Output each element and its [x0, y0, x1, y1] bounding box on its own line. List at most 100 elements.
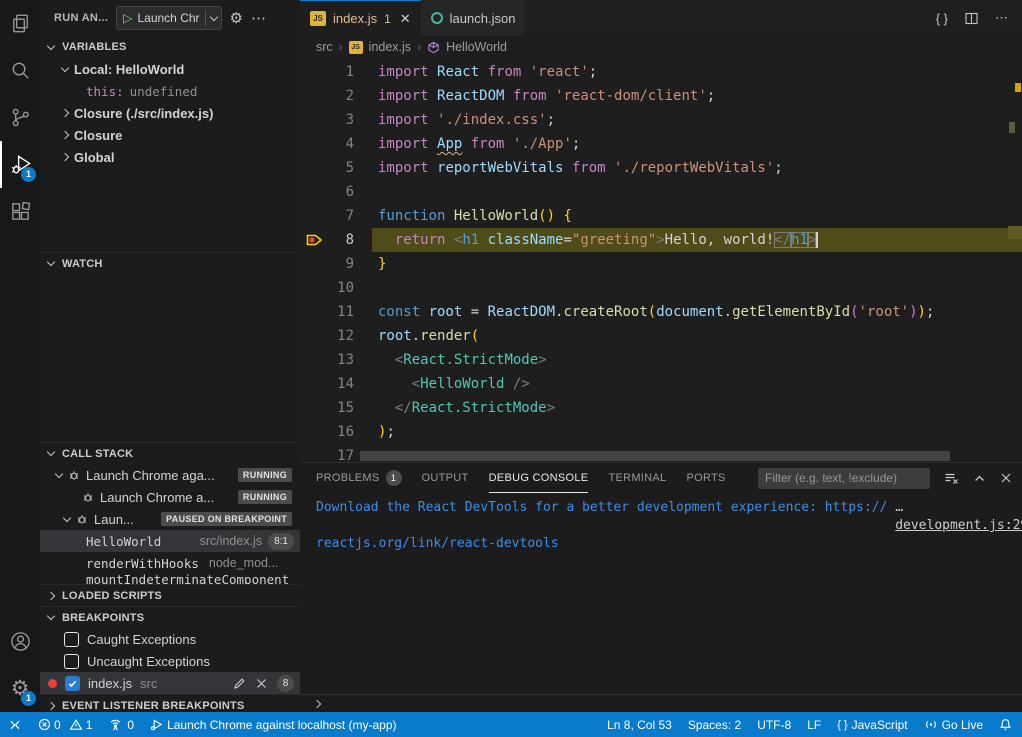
- debug-session-row[interactable]: Laun... PAUSED ON BREAKPOINT: [40, 508, 300, 530]
- breakpoint-indexjs-row[interactable]: index.js src 8: [40, 672, 300, 694]
- language-mode[interactable]: { }JavaScript: [837, 718, 907, 732]
- code-line-1[interactable]: 1import React from 'react';: [300, 60, 1022, 84]
- checkbox-unchecked[interactable]: [64, 632, 79, 647]
- breakpoint-uncaught-exceptions[interactable]: Uncaught Exceptions: [40, 650, 300, 672]
- debug-more-actions-icon[interactable]: ⋯: [251, 9, 267, 27]
- edit-pencil-icon[interactable]: [233, 677, 246, 690]
- debug-gear-icon[interactable]: ⚙: [230, 9, 243, 27]
- code-line-16[interactable]: 16);: [300, 420, 1022, 444]
- code-line-10[interactable]: 10: [300, 276, 1022, 300]
- console-filter-input[interactable]: [758, 468, 930, 489]
- debug-current-line-breakpoint-icon[interactable]: [300, 228, 328, 252]
- debug-launch-status[interactable]: Launch Chrome against localhost (my-app): [150, 718, 396, 732]
- accounts-icon[interactable]: [0, 618, 40, 665]
- start-debugging-icon[interactable]: ▷: [123, 12, 132, 24]
- gutter-space[interactable]: [300, 444, 328, 462]
- gutter-space[interactable]: [300, 372, 328, 396]
- breadcrumb-file[interactable]: index.js: [369, 40, 411, 54]
- notifications-bell-icon[interactable]: [999, 718, 1012, 731]
- curly-braces-icon[interactable]: { }: [936, 11, 948, 26]
- tab-debug-console[interactable]: DEBUG CONSOLE: [489, 463, 589, 493]
- code-line-14[interactable]: 14 <HelloWorld />: [300, 372, 1022, 396]
- tab-indexjs[interactable]: JS index.js 1 ✕: [300, 0, 421, 36]
- gutter-space[interactable]: [300, 276, 328, 300]
- run-and-debug-icon[interactable]: 1: [0, 141, 40, 188]
- watch-section-header[interactable]: WATCH: [40, 252, 300, 274]
- cursor-position[interactable]: Ln 8, Col 53: [607, 718, 672, 732]
- gutter-space[interactable]: [300, 396, 328, 420]
- debug-session-row[interactable]: Launch Chrome a... RUNNING: [40, 486, 300, 508]
- code-line-13[interactable]: 13 <React.StrictMode>: [300, 348, 1022, 372]
- variables-section-header[interactable]: VARIABLES: [40, 36, 300, 58]
- debug-console-input[interactable]: [300, 694, 1022, 712]
- chevron-down-icon[interactable]: [209, 12, 217, 20]
- split-editor-icon[interactable]: [964, 11, 979, 26]
- loaded-scripts-section-header[interactable]: LOADED SCRIPTS: [40, 584, 300, 606]
- gutter-space[interactable]: [300, 60, 328, 84]
- explorer-icon[interactable]: [0, 0, 40, 47]
- extensions-icon[interactable]: [0, 188, 40, 235]
- gutter-space[interactable]: [300, 108, 328, 132]
- close-panel-icon[interactable]: [1000, 472, 1012, 484]
- variables-scope-global[interactable]: Global: [40, 146, 300, 168]
- clear-console-icon[interactable]: [944, 471, 959, 485]
- variable-this[interactable]: this: undefined: [40, 80, 300, 102]
- close-tab-icon[interactable]: ✕: [400, 11, 411, 27]
- stack-frame-row-selected[interactable]: HelloWorld src/index.js 8:1: [40, 530, 300, 552]
- breakpoints-section-header[interactable]: BREAKPOINTS: [40, 606, 300, 628]
- code-line-5[interactable]: 5import reportWebVitals from './reportWe…: [300, 156, 1022, 180]
- gutter-space[interactable]: [300, 348, 328, 372]
- horizontal-scrollbar[interactable]: [360, 451, 950, 461]
- variables-scope-closure-src[interactable]: Closure (./src/index.js): [40, 102, 300, 124]
- code-line-3[interactable]: 3import './index.css';: [300, 108, 1022, 132]
- gutter-space[interactable]: [300, 132, 328, 156]
- tab-output[interactable]: OUTPUT: [422, 463, 469, 493]
- ports-indicator[interactable]: 0: [108, 718, 134, 732]
- tab-launchjson[interactable]: launch.json: [421, 0, 527, 36]
- source-control-icon[interactable]: [0, 94, 40, 141]
- gutter-space[interactable]: [300, 156, 328, 180]
- code-line-9[interactable]: 9}: [300, 252, 1022, 276]
- checkbox-checked[interactable]: [65, 676, 80, 691]
- maximize-panel-icon[interactable]: [973, 472, 986, 485]
- gutter-space[interactable]: [300, 324, 328, 348]
- tab-terminal[interactable]: TERMINAL: [608, 463, 666, 493]
- code-line-15[interactable]: 15 </React.StrictMode>: [300, 396, 1022, 420]
- breadcrumb-src[interactable]: src: [316, 40, 333, 54]
- gutter-space[interactable]: [300, 420, 328, 444]
- code-line-8[interactable]: 8 return <h1 className="greeting">Hello,…: [300, 228, 1022, 252]
- source-link[interactable]: development.js:29840: [895, 518, 1022, 533]
- debug-session-row[interactable]: Launch Chrome aga... RUNNING: [40, 464, 300, 486]
- code-line-6[interactable]: 6: [300, 180, 1022, 204]
- gutter-space[interactable]: [300, 84, 328, 108]
- code-line-11[interactable]: 11const root = ReactDOM.createRoot(docum…: [300, 300, 1022, 324]
- indentation-setting[interactable]: Spaces: 2: [688, 718, 741, 732]
- tab-ports[interactable]: PORTS: [686, 463, 725, 493]
- encoding-setting[interactable]: UTF-8: [757, 718, 791, 732]
- call-stack-section-header[interactable]: CALL STACK: [40, 442, 300, 464]
- variables-scope-closure[interactable]: Closure: [40, 124, 300, 146]
- gutter-space[interactable]: [300, 300, 328, 324]
- variables-scope-local[interactable]: Local: HelloWorld: [40, 58, 300, 80]
- gutter-space[interactable]: [300, 180, 328, 204]
- breakpoint-caught-exceptions[interactable]: Caught Exceptions: [40, 628, 300, 650]
- breadcrumb-symbol[interactable]: HelloWorld: [446, 40, 507, 54]
- remote-indicator-icon[interactable]: [8, 718, 22, 732]
- eol-setting[interactable]: LF: [807, 718, 821, 732]
- code-line-2[interactable]: 2import ReactDOM from 'react-dom/client'…: [300, 84, 1022, 108]
- gutter-space[interactable]: [300, 252, 328, 276]
- stack-frame-row-clipped[interactable]: mountIndeterminateComponent: [40, 574, 300, 584]
- search-icon[interactable]: [0, 47, 40, 94]
- more-actions-icon[interactable]: ⋯: [995, 10, 1008, 26]
- code-line-12[interactable]: 12root.render(: [300, 324, 1022, 348]
- code-editor[interactable]: 1import React from 'react';2import React…: [300, 58, 1022, 462]
- go-live-button[interactable]: Go Live: [924, 718, 983, 732]
- event-listener-breakpoints-section-header[interactable]: EVENT LISTENER BREAKPOINTS: [40, 694, 300, 712]
- checkbox-unchecked[interactable]: [64, 654, 79, 669]
- gutter-space[interactable]: [300, 204, 328, 228]
- stack-frame-row[interactable]: renderWithHooks node_mod...: [40, 552, 300, 574]
- remove-close-icon[interactable]: [256, 678, 267, 689]
- settings-gear-icon[interactable]: ⚙ 1: [0, 665, 40, 712]
- code-line-7[interactable]: 7function HelloWorld() {: [300, 204, 1022, 228]
- debug-launch-dropdown[interactable]: ▷ Launch Chr: [116, 6, 221, 30]
